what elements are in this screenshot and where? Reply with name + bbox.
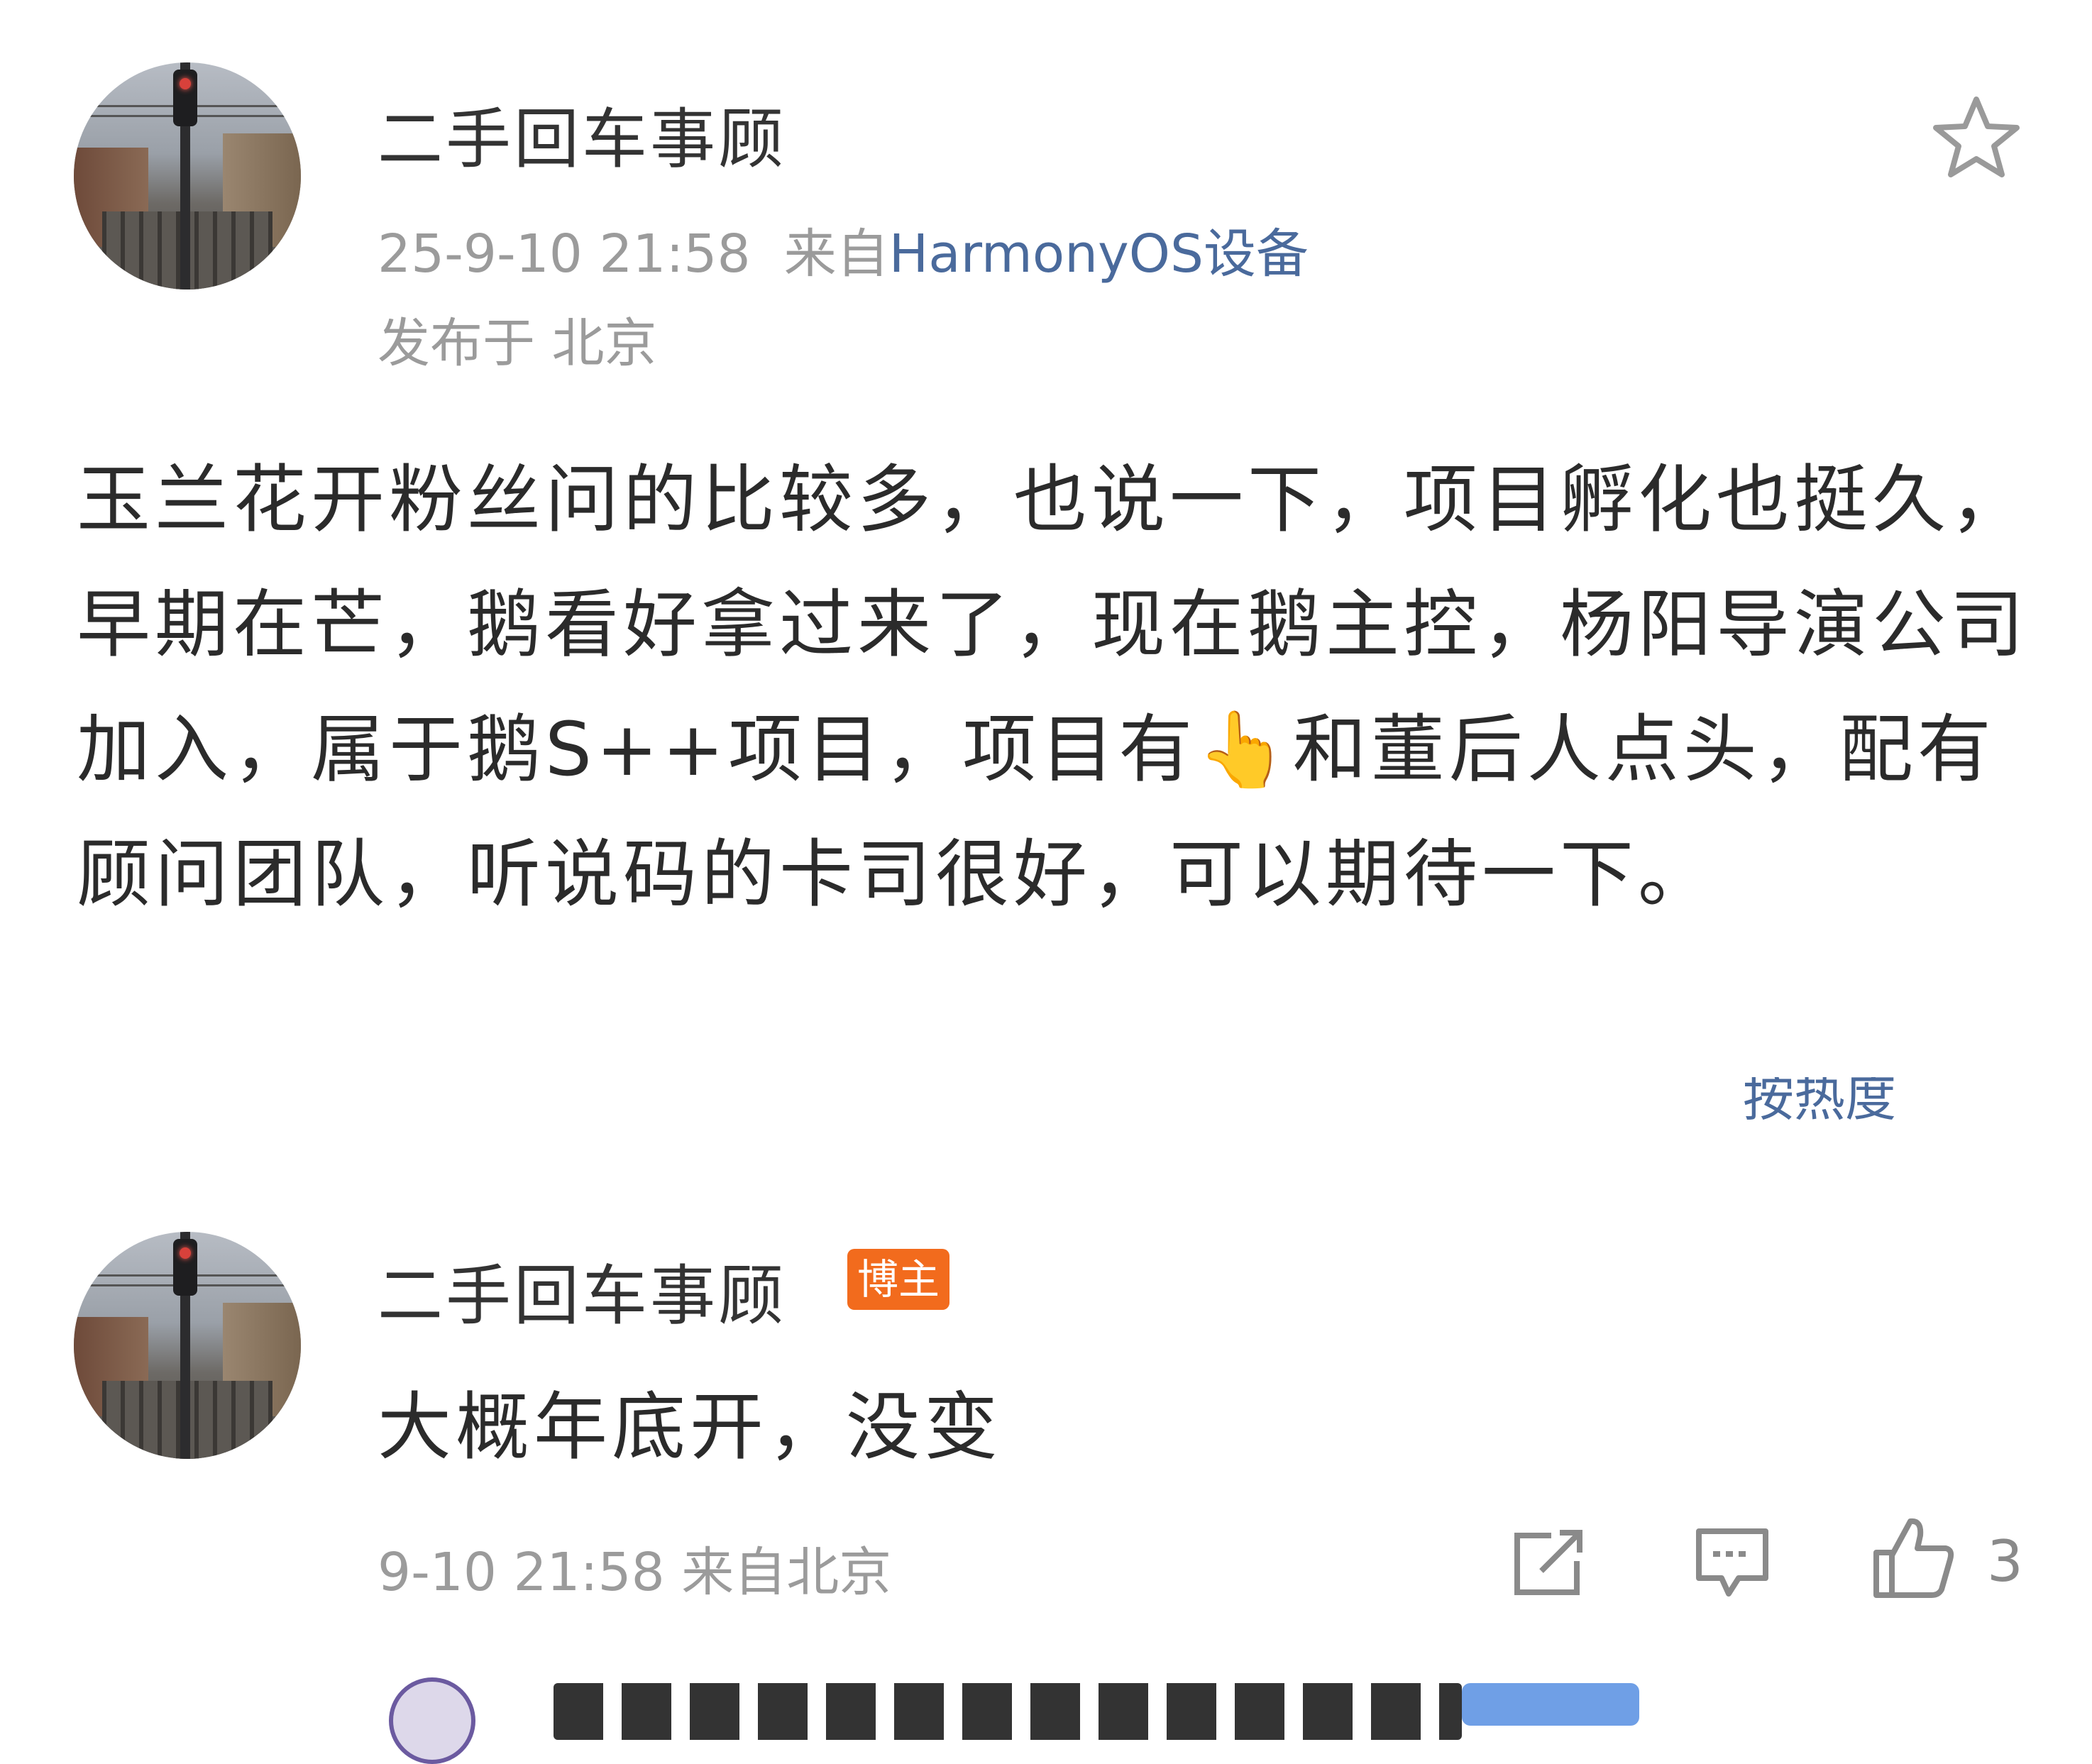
sort-by-hot-link[interactable]: 按热度: [1743, 1077, 1896, 1130]
next-comment-badge: [1462, 1683, 1639, 1726]
post-body: 玉兰花开粉丝问的比较多，也说一下，项目孵化也挺久，早期在芒，鹅看好拿过来了，现在…: [77, 456, 2029, 917]
device-link[interactable]: HarmonyOS设备: [889, 224, 1309, 285]
author-avatar[interactable]: [74, 62, 301, 290]
author-name[interactable]: 二手回车事顾: [378, 87, 786, 181]
like-count: 3: [1987, 1528, 2023, 1594]
star-outline-icon[interactable]: [1930, 94, 2022, 182]
reply-author-name[interactable]: 二手回车事顾: [378, 1243, 786, 1338]
source-prefix: 来自: [783, 224, 889, 285]
next-comment-avatar: [389, 1677, 475, 1764]
author-badge: 博主: [847, 1249, 950, 1310]
post-meta: 25-9-10 21:58 来自HarmonyOS设备: [378, 211, 1309, 287]
reply-meta: 9-10 21:58 来自北京: [378, 1542, 892, 1603]
comment-icon[interactable]: [1693, 1526, 1771, 1601]
like-icon[interactable]: [1871, 1516, 1956, 1601]
reply-text: 大概年底开，没变: [378, 1384, 1003, 1470]
share-icon[interactable]: [1510, 1527, 1587, 1598]
post-location: 发布于 北京: [378, 313, 657, 374]
post-timestamp: 25-9-10 21:58: [378, 224, 751, 285]
next-comment-name: [554, 1683, 1462, 1740]
reply-avatar[interactable]: [74, 1232, 301, 1459]
